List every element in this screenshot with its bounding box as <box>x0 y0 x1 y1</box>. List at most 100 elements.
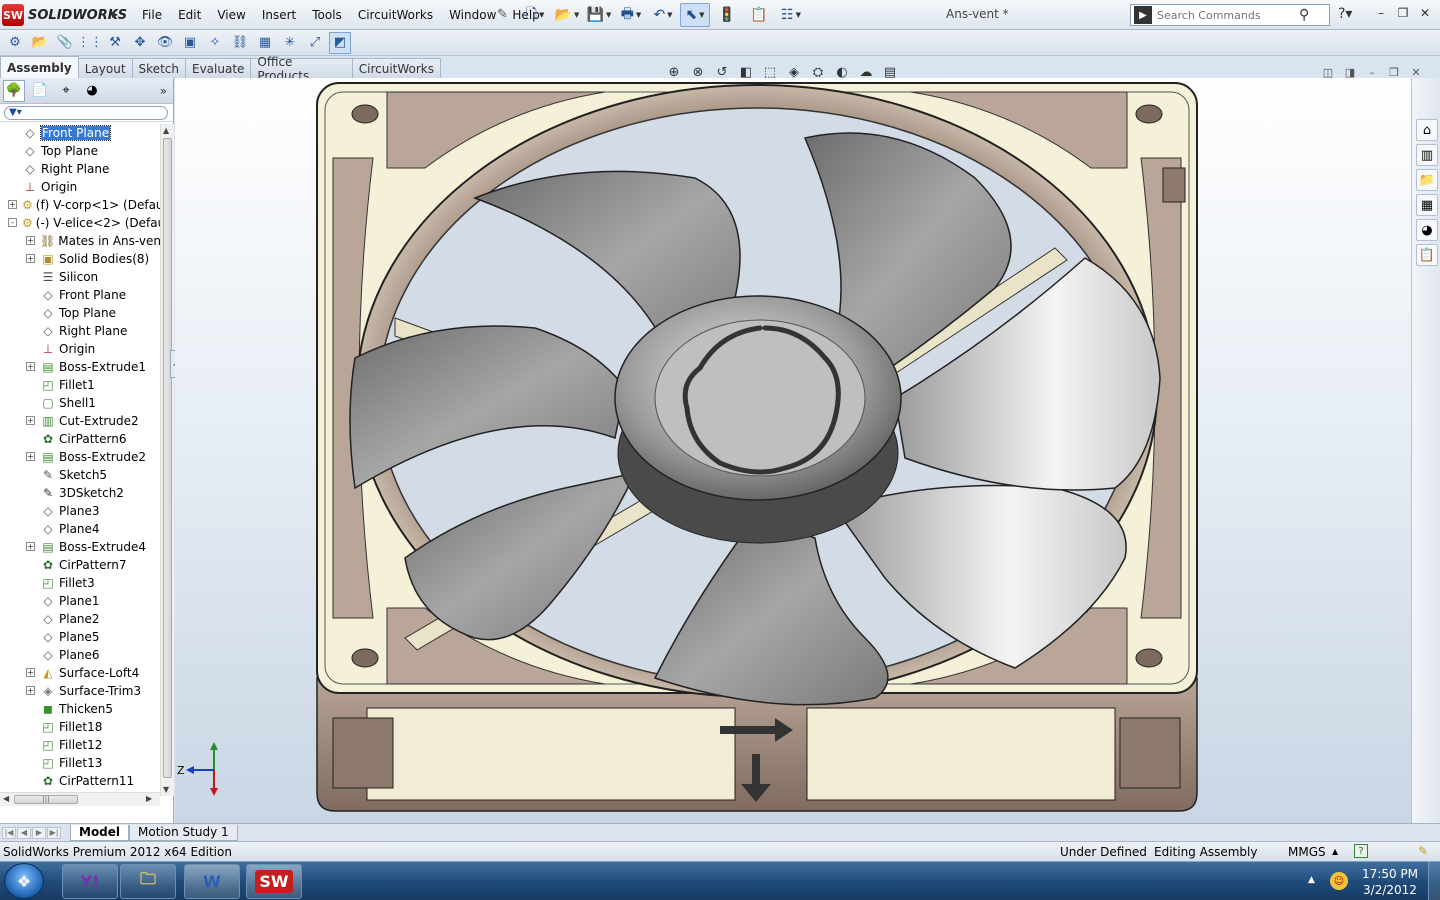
tab-circuitworks[interactable]: CircuitWorks <box>351 58 441 78</box>
tree-row[interactable]: ◇ Plane2 <box>0 610 160 628</box>
reference-geometry-icon[interactable]: ✧ <box>204 32 226 54</box>
file-explorer-icon[interactable]: 🗀 <box>120 864 176 899</box>
solidworks-resources-icon[interactable]: ⌂ <box>1416 119 1438 141</box>
expand-icon[interactable]: + <box>26 542 35 551</box>
apply-scene-icon[interactable]: ☁ <box>856 62 876 82</box>
prev-tab-icon[interactable]: ◀ <box>17 826 31 839</box>
solidworks-icon[interactable]: SW <box>246 864 302 899</box>
design-library-icon[interactable]: ▥ <box>1416 144 1438 166</box>
view-orientation-icon[interactable]: ⬚ <box>760 62 780 82</box>
rebuild-tag-icon[interactable]: ✎ <box>1418 844 1428 858</box>
start-icon[interactable]: ❖ <box>4 863 44 899</box>
instant3d-icon[interactable]: ◩ <box>329 31 351 54</box>
yahoo-messenger-icon[interactable]: Y! <box>62 864 118 899</box>
options-icon[interactable]: ☷ ▼ <box>776 3 806 27</box>
tree-row[interactable]: + ⛓ Mates in Ans-vent <box>0 232 160 250</box>
expand-icon[interactable]: + <box>26 362 35 371</box>
units-arrow-icon[interactable]: ▲ <box>1332 847 1338 856</box>
view-settings-icon[interactable]: ▤ <box>880 62 900 82</box>
expand-icon[interactable]: + <box>26 668 35 677</box>
explode-line-sketch-icon[interactable]: ⤢ <box>304 32 326 54</box>
property-manager-tab-icon[interactable]: 📄 <box>29 80 51 102</box>
show-desktop-button[interactable] <box>1428 862 1440 900</box>
viewport-restore-icon[interactable]: ❐ <box>1386 64 1402 80</box>
select-icon[interactable]: ⬉ ▼ <box>680 3 710 27</box>
tree-row[interactable]: ⊥ Origin <box>0 340 160 358</box>
solidworks-logo[interactable]: SW SOLIDWORKS <box>2 3 128 27</box>
tree-row[interactable]: ◰ Fillet13 <box>0 754 160 772</box>
first-tab-icon[interactable]: |◀ <box>2 826 16 839</box>
insert-component-icon[interactable]: ⚙ <box>4 32 26 54</box>
new-motion-study-icon[interactable]: ⛓ <box>229 32 251 54</box>
more-tabs-icon[interactable]: » <box>160 84 167 98</box>
assembly-features-icon[interactable]: ▣ <box>179 32 201 54</box>
zoom-to-area-icon[interactable]: ⊗ <box>688 62 708 82</box>
tree-row[interactable]: -⚙(-) V-elice<2> (Default< <box>0 214 160 232</box>
tree-row[interactable]: ◰ Fillet3 <box>0 574 160 592</box>
tree-row[interactable]: + ▤ Boss-Extrude2 <box>0 448 160 466</box>
tree-row[interactable]: ☰ Silicon <box>0 268 160 286</box>
menu-circuitworks[interactable]: CircuitWorks <box>350 8 441 22</box>
file-explorer-pane-icon[interactable]: 📁 <box>1416 169 1438 191</box>
show-hidden-icon[interactable]: 👁 <box>154 32 176 54</box>
new-icon[interactable]: 🗋 ▼ <box>520 3 550 27</box>
tree-row[interactable]: ◇ Plane4 <box>0 520 160 538</box>
tree-row[interactable]: + ▣ Solid Bodies(8) <box>0 250 160 268</box>
menu-insert[interactable]: Insert <box>254 8 304 22</box>
tree-row[interactable]: ✿ CirPattern7 <box>0 556 160 574</box>
messenger-tray-icon[interactable]: ☺ <box>1330 872 1348 890</box>
tree-row[interactable]: ✎ 3DSketch2 <box>0 484 160 502</box>
expand-icon[interactable]: + <box>26 686 35 695</box>
status-units[interactable]: MMGS <box>1288 845 1326 859</box>
fan-model-view[interactable] <box>175 78 1411 823</box>
feature-manager-tab-icon[interactable]: 🌳 <box>3 79 25 102</box>
tree-row[interactable]: ◇ Front Plane <box>0 286 160 304</box>
print-icon[interactable]: 🖶 ▼ <box>616 3 646 27</box>
search-input[interactable] <box>1157 8 1297 22</box>
next-tab-icon[interactable]: ▶ <box>32 826 46 839</box>
tree-horizontal-scrollbar[interactable]: ◀ ||| ▶ <box>0 792 160 806</box>
mate-icon[interactable]: 📎 <box>54 32 76 54</box>
rebuild-icon[interactable]: 🚦 <box>712 3 742 27</box>
new-part-icon[interactable]: 📂 <box>29 32 51 54</box>
word-icon[interactable]: W <box>184 864 240 899</box>
expand-icon[interactable]: + <box>26 452 35 461</box>
tree-row[interactable]: + ◈ Surface-Trim3 <box>0 682 160 700</box>
tree-row[interactable]: ▢ Shell1 <box>0 394 160 412</box>
file-properties-icon[interactable]: 📋 <box>744 3 774 27</box>
pin-menu-icon[interactable]: ✎ <box>497 7 508 22</box>
tree-row[interactable]: + ◭ Surface-Loft4 <box>0 664 160 682</box>
scroll-down-icon[interactable]: ▼ <box>163 785 169 794</box>
scroll-right-icon[interactable]: ▶ <box>146 794 152 803</box>
tree-row[interactable]: ✿ CirPattern6 <box>0 430 160 448</box>
menu-tools[interactable]: Tools <box>304 8 350 22</box>
restore-icon[interactable]: ❐ <box>1394 4 1412 22</box>
tab-office-products[interactable]: Office Products <box>250 55 353 83</box>
tree-row[interactable]: ✎ Sketch5 <box>0 466 160 484</box>
tree-row[interactable]: + ▤ Boss-Extrude1 <box>0 358 160 376</box>
appearances-scenes-icon[interactable]: ◕ <box>1416 219 1438 241</box>
logo-flyout-arrow-icon[interactable]: ▶ <box>112 10 118 19</box>
scroll-up-icon[interactable]: ▲ <box>163 126 169 135</box>
tree-filter-input[interactable]: ▼▾ <box>4 105 168 120</box>
display-manager-tab-icon[interactable]: ◕ <box>81 80 103 102</box>
tab-model[interactable]: Model <box>70 824 130 841</box>
tree-row[interactable]: ◇ Top Plane <box>0 304 160 322</box>
tab-evaluate[interactable]: Evaluate <box>184 58 252 78</box>
tree-row[interactable]: ◇ Top Plane <box>0 142 160 160</box>
tree-row[interactable]: ◇ Plane5 <box>0 628 160 646</box>
tree-vertical-scrollbar[interactable]: ▲ ▼ <box>160 124 174 796</box>
minimize-icon[interactable]: – <box>1372 4 1390 22</box>
help-icon[interactable]: ?▾ <box>1338 6 1352 22</box>
tree-row[interactable]: ◇ Plane1 <box>0 592 160 610</box>
tree-row[interactable]: + ⚙(f) V-corp<1> (Default< <box>0 196 160 214</box>
menu-file[interactable]: File <box>134 8 170 22</box>
show-hidden-tray-icon[interactable]: ▲ <box>1308 875 1315 885</box>
linear-pattern-icon[interactable]: ⋮⋮ <box>77 32 103 54</box>
tree-row[interactable]: ◇ Right Plane <box>0 322 160 340</box>
move-component-icon[interactable]: ✥ <box>129 32 151 54</box>
last-tab-icon[interactable]: ▶| <box>47 826 61 839</box>
display-style-icon[interactable]: ◈ <box>784 62 804 82</box>
edit-appearance-icon[interactable]: ◐ <box>832 62 852 82</box>
viewport-split-icon[interactable]: ◨ <box>1342 64 1358 80</box>
